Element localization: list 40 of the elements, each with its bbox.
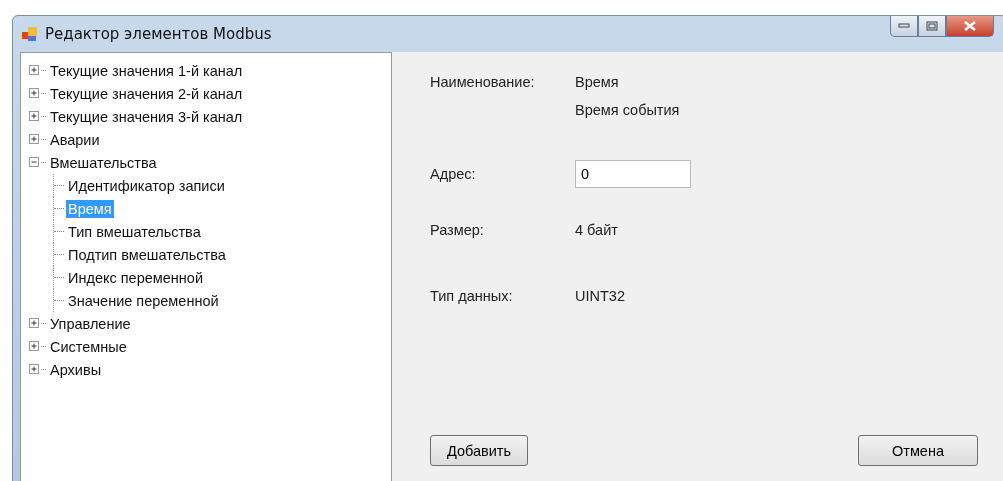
tree-item[interactable]: Управление <box>48 314 133 333</box>
tree-item[interactable]: Индекс переменной <box>66 268 205 287</box>
size-value: 4 байт <box>575 222 618 238</box>
window-title: Редактор элементов Modbus <box>45 25 272 43</box>
type-value: UINT32 <box>575 288 625 304</box>
add-button[interactable]: Добавить <box>430 435 528 466</box>
field-label: Тип данных: <box>430 288 513 304</box>
field-label: Размер: <box>430 222 484 238</box>
expand-icon[interactable] <box>29 364 40 375</box>
tree-item[interactable]: Архивы <box>48 360 104 379</box>
expand-icon[interactable] <box>29 134 40 145</box>
tree-item[interactable]: Текущие значения 3-й канал <box>48 107 245 126</box>
expand-icon[interactable] <box>29 88 40 99</box>
maximize-icon <box>926 21 938 31</box>
expand-icon[interactable] <box>29 65 40 76</box>
maximize-button[interactable] <box>918 16 946 37</box>
cancel-button[interactable]: Отмена <box>858 435 978 466</box>
description-text: Время события <box>575 102 680 118</box>
field-label: Адрес: <box>430 166 476 182</box>
minimize-icon <box>898 23 910 29</box>
close-button[interactable] <box>946 16 994 37</box>
tree-item[interactable]: Значение переменной <box>66 291 221 310</box>
tree-item[interactable]: Тип вмешательства <box>66 222 203 241</box>
tree-item[interactable]: Идентификатор записи <box>66 176 227 195</box>
close-icon <box>964 21 976 31</box>
name-value: Время <box>575 74 619 90</box>
app-icon <box>22 26 38 42</box>
tree-item[interactable]: Подтип вмешательства <box>66 245 228 264</box>
field-label: Наименование: <box>430 74 535 90</box>
tree-item[interactable]: Системные <box>48 337 129 356</box>
tree-item[interactable]: Текущие значения 1-й канал <box>48 61 245 80</box>
minimize-button[interactable] <box>890 16 918 37</box>
expand-icon[interactable] <box>29 341 40 352</box>
tree-item[interactable]: Аварии <box>48 130 102 149</box>
address-field[interactable]: 0 <box>575 160 691 188</box>
tree-item[interactable]: Текущие значения 2-й канал <box>48 84 245 103</box>
expand-icon[interactable] <box>29 318 40 329</box>
tree-item[interactable]: Вмешательства <box>48 153 159 172</box>
collapse-icon[interactable] <box>29 157 40 168</box>
expand-icon[interactable] <box>29 111 40 122</box>
